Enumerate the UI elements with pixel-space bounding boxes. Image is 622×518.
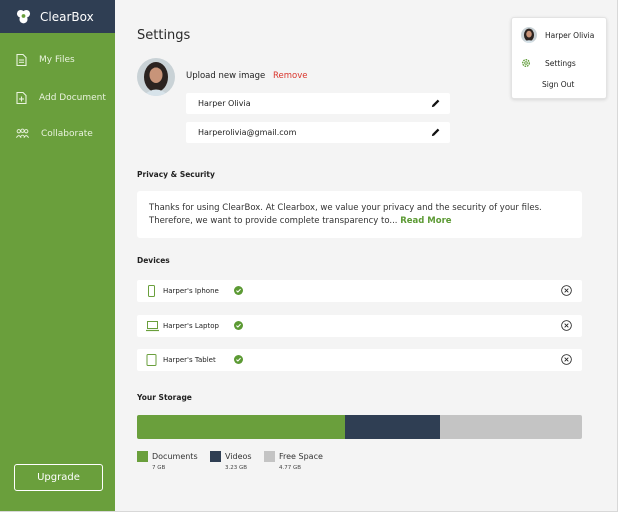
storage-section-title: Your Storage bbox=[137, 393, 192, 402]
device-name: Harper's Iphone bbox=[163, 287, 219, 295]
avatar-photo bbox=[137, 58, 175, 96]
legend-size: 4.77 GB bbox=[279, 465, 302, 471]
device-row-laptop: Harper's Laptop bbox=[137, 315, 582, 337]
tablet-icon bbox=[146, 354, 157, 366]
privacy-text-line-1: Thanks for using ClearBox. At Clearbox, … bbox=[149, 203, 542, 213]
laptop-icon bbox=[146, 321, 159, 332]
sidebar-item-label: Add Document bbox=[39, 93, 106, 103]
verified-check-icon bbox=[234, 355, 243, 364]
page-title: Settings bbox=[137, 28, 191, 43]
verified-check-icon bbox=[234, 321, 243, 330]
email-field[interactable]: Harperolivia@gmail.com bbox=[186, 122, 450, 143]
menu-item-settings[interactable]: Settings bbox=[521, 58, 576, 68]
remove-device-icon[interactable] bbox=[561, 320, 572, 331]
device-name: Harper's Tablet bbox=[163, 356, 216, 364]
phone-icon bbox=[148, 285, 155, 297]
legend-swatch bbox=[264, 451, 275, 462]
avatar[interactable] bbox=[137, 58, 175, 96]
sidebar-item-my-files[interactable]: My Files bbox=[0, 50, 115, 70]
device-row-tablet: Harper's Tablet bbox=[137, 349, 582, 371]
menu-item-sign-out[interactable]: Sign Out bbox=[542, 80, 574, 89]
legend-swatch bbox=[137, 451, 148, 462]
devices-section-title: Devices bbox=[137, 256, 170, 265]
sidebar: ClearBox My Files Add Document Collabora… bbox=[0, 0, 115, 511]
device-row-iphone: Harper's Iphone bbox=[137, 280, 582, 302]
sidebar-item-add-document[interactable]: Add Document bbox=[0, 88, 115, 108]
legend-swatch bbox=[210, 451, 221, 462]
remove-image-link[interactable]: Remove bbox=[273, 71, 308, 81]
storage-segment-videos bbox=[344, 415, 441, 439]
profile-name: Harper Olivia bbox=[545, 31, 595, 40]
legend-label: Free Space bbox=[279, 452, 323, 461]
upload-image-link[interactable]: Upload new image bbox=[186, 71, 265, 81]
sidebar-item-collaborate[interactable]: Collaborate bbox=[0, 124, 115, 144]
add-document-icon bbox=[16, 92, 27, 104]
legend-size: 7 GB bbox=[152, 465, 166, 471]
sidebar-item-label: Collaborate bbox=[41, 129, 93, 139]
storage-segment-documents bbox=[137, 415, 345, 439]
upgrade-button[interactable]: Upgrade bbox=[14, 464, 103, 491]
menu-item-label: Settings bbox=[545, 58, 576, 68]
remove-device-icon[interactable] bbox=[561, 285, 572, 296]
sidebar-item-label: My Files bbox=[39, 55, 75, 65]
people-icon bbox=[16, 128, 29, 138]
privacy-text-box: Thanks for using ClearBox. At Clearbox, … bbox=[137, 191, 582, 238]
verified-check-icon bbox=[234, 286, 243, 295]
storage-segment-free-space bbox=[440, 415, 582, 439]
privacy-section-title: Privacy & Security bbox=[137, 170, 215, 179]
brand-name: ClearBox bbox=[40, 9, 94, 24]
avatar-photo bbox=[521, 27, 537, 43]
file-icon bbox=[16, 54, 27, 66]
profile-dropdown: Harper Olivia Settings Sign Out bbox=[511, 17, 607, 99]
legend-label: Documents bbox=[152, 452, 198, 461]
brand-bar: ClearBox bbox=[0, 0, 115, 33]
storage-bar bbox=[137, 415, 582, 439]
pencil-icon[interactable] bbox=[430, 127, 441, 138]
privacy-text-line-2-body: Therefore, we want to provide complete t… bbox=[149, 216, 398, 226]
legend-label: Videos bbox=[225, 452, 252, 461]
email-value: Harperolivia@gmail.com bbox=[198, 128, 297, 137]
legend-size: 3.23 GB bbox=[225, 465, 248, 471]
remove-device-icon[interactable] bbox=[561, 354, 572, 365]
pencil-icon[interactable] bbox=[430, 98, 441, 109]
name-field[interactable]: Harper Olivia bbox=[186, 93, 450, 114]
read-more-link[interactable]: Read More bbox=[400, 216, 451, 226]
avatar[interactable] bbox=[521, 27, 537, 43]
privacy-text-line-2: Therefore, we want to provide complete t… bbox=[149, 215, 570, 228]
name-value: Harper Olivia bbox=[198, 99, 251, 108]
gear-icon bbox=[522, 59, 530, 67]
clearbox-logo-icon bbox=[16, 9, 31, 24]
app-window: ClearBox My Files Add Document Collabora… bbox=[0, 0, 618, 512]
device-name: Harper's Laptop bbox=[163, 322, 219, 330]
